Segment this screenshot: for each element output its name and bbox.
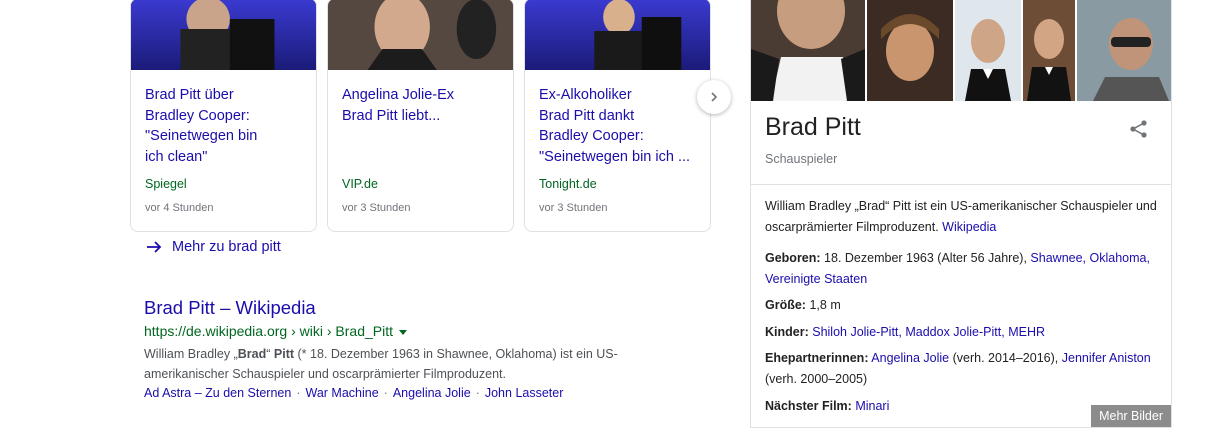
fact-link[interactable]: Shiloh Jolie-Pitt, <box>812 325 902 339</box>
chevron-right-icon <box>711 92 718 102</box>
fact-height: Größe: 1,8 m <box>765 298 841 312</box>
fact-link[interactable]: Jennifer Aniston <box>1062 351 1151 365</box>
sitelink[interactable]: Ad Astra – Zu den Sternen <box>144 386 291 400</box>
entity-description: William Bradley „Brad“ Pitt ist ein US-a… <box>765 199 1157 234</box>
fact-next-film: Nächster Film: Minari <box>765 399 890 413</box>
share-button[interactable] <box>1129 119 1149 144</box>
news-thumbnail[interactable] <box>131 0 316 70</box>
news-card-title[interactable]: Angelina Jolie-Ex Brad Pitt liebt... <box>342 85 502 126</box>
profile-image-main[interactable] <box>751 0 865 101</box>
entity-title: Brad Pitt <box>765 113 861 141</box>
fact-link[interactable]: Vereinigte Staaten <box>765 272 867 286</box>
sitelink[interactable]: Angelina Jolie <box>393 386 471 400</box>
fact-link[interactable]: Maddox Jolie-Pitt, <box>905 325 1004 339</box>
fact-children: Kinder: Shiloh Jolie-Pitt, Maddox Jolie-… <box>765 325 1045 339</box>
news-card-1[interactable]: Brad Pitt über Bradley Cooper: "Seinetwe… <box>130 0 317 232</box>
result-sitelinks: Ad Astra – Zu den Sternen · War Machine · An… <box>144 386 563 400</box>
more-news-link[interactable]: Mehr zu brad pitt <box>146 239 281 255</box>
profile-image-3[interactable] <box>955 0 1021 101</box>
result-title-link[interactable]: Brad Pitt – Wikipedia <box>144 297 316 319</box>
sitelink-separator: · <box>383 386 388 400</box>
result-url-text[interactable]: https://de.wikipedia.org › wiki › Brad_P… <box>144 323 393 339</box>
news-source: Spiegel <box>145 177 187 191</box>
news-timestamp: vor 3 Stunden <box>342 202 411 214</box>
carousel-next-button[interactable] <box>697 80 731 114</box>
news-timestamp: vor 3 Stunden <box>539 202 608 214</box>
profile-image-4[interactable] <box>1023 0 1075 101</box>
entity-subtitle: Schauspieler <box>765 152 838 166</box>
fact-link[interactable]: Oklahoma, <box>1090 251 1150 265</box>
news-source: Tonight.de <box>539 177 597 191</box>
fact-link[interactable]: MEHR <box>1008 325 1045 339</box>
fact-link[interactable]: Shawnee, <box>1030 251 1086 265</box>
share-icon <box>1130 120 1147 138</box>
knowledge-panel: Mehr Bilder Brad Pitt Schauspieler Willi… <box>750 0 1172 428</box>
dropdown-caret-icon[interactable] <box>399 329 407 335</box>
news-thumbnail[interactable] <box>525 0 710 70</box>
more-news-label[interactable]: Mehr zu brad pitt <box>172 239 281 255</box>
arrow-right-icon <box>147 241 162 253</box>
wikipedia-link[interactable]: Wikipedia <box>942 220 996 234</box>
news-card-title[interactable]: Ex-Alkoholiker Brad Pitt dankt Bradley C… <box>539 85 699 167</box>
result-snippet: William Bradley „Brad“ Pitt (* 18. Dezem… <box>144 347 618 381</box>
fact-born: Geboren: 18. Dezember 1963 (Alter 56 Jah… <box>765 251 1150 286</box>
news-thumbnail[interactable] <box>328 0 513 70</box>
sitelink[interactable]: War Machine <box>306 386 379 400</box>
profile-image-5[interactable] <box>1077 0 1171 101</box>
result-url[interactable]: https://de.wikipedia.org › wiki › Brad_P… <box>144 323 407 339</box>
news-card-2[interactable]: Angelina Jolie-Ex Brad Pitt liebt... VIP… <box>327 0 514 232</box>
fact-link[interactable]: Angelina Jolie <box>871 351 949 365</box>
news-timestamp: vor 4 Stunden <box>145 202 214 214</box>
sitelink-separator: · <box>475 386 480 400</box>
news-card-3[interactable]: Ex-Alkoholiker Brad Pitt dankt Bradley C… <box>524 0 711 232</box>
news-card-title[interactable]: Brad Pitt über Bradley Cooper: "Seinetwe… <box>145 85 305 167</box>
news-source: VIP.de <box>342 177 378 191</box>
fact-link[interactable]: Minari <box>855 399 889 413</box>
divider <box>751 184 1171 185</box>
sitelink[interactable]: John Lasseter <box>485 386 564 400</box>
sitelink-separator: · <box>296 386 301 400</box>
profile-image-2[interactable] <box>867 0 953 101</box>
fact-spouses: Ehepartnerinnen: Angelina Jolie (verh. 2… <box>765 351 1151 386</box>
